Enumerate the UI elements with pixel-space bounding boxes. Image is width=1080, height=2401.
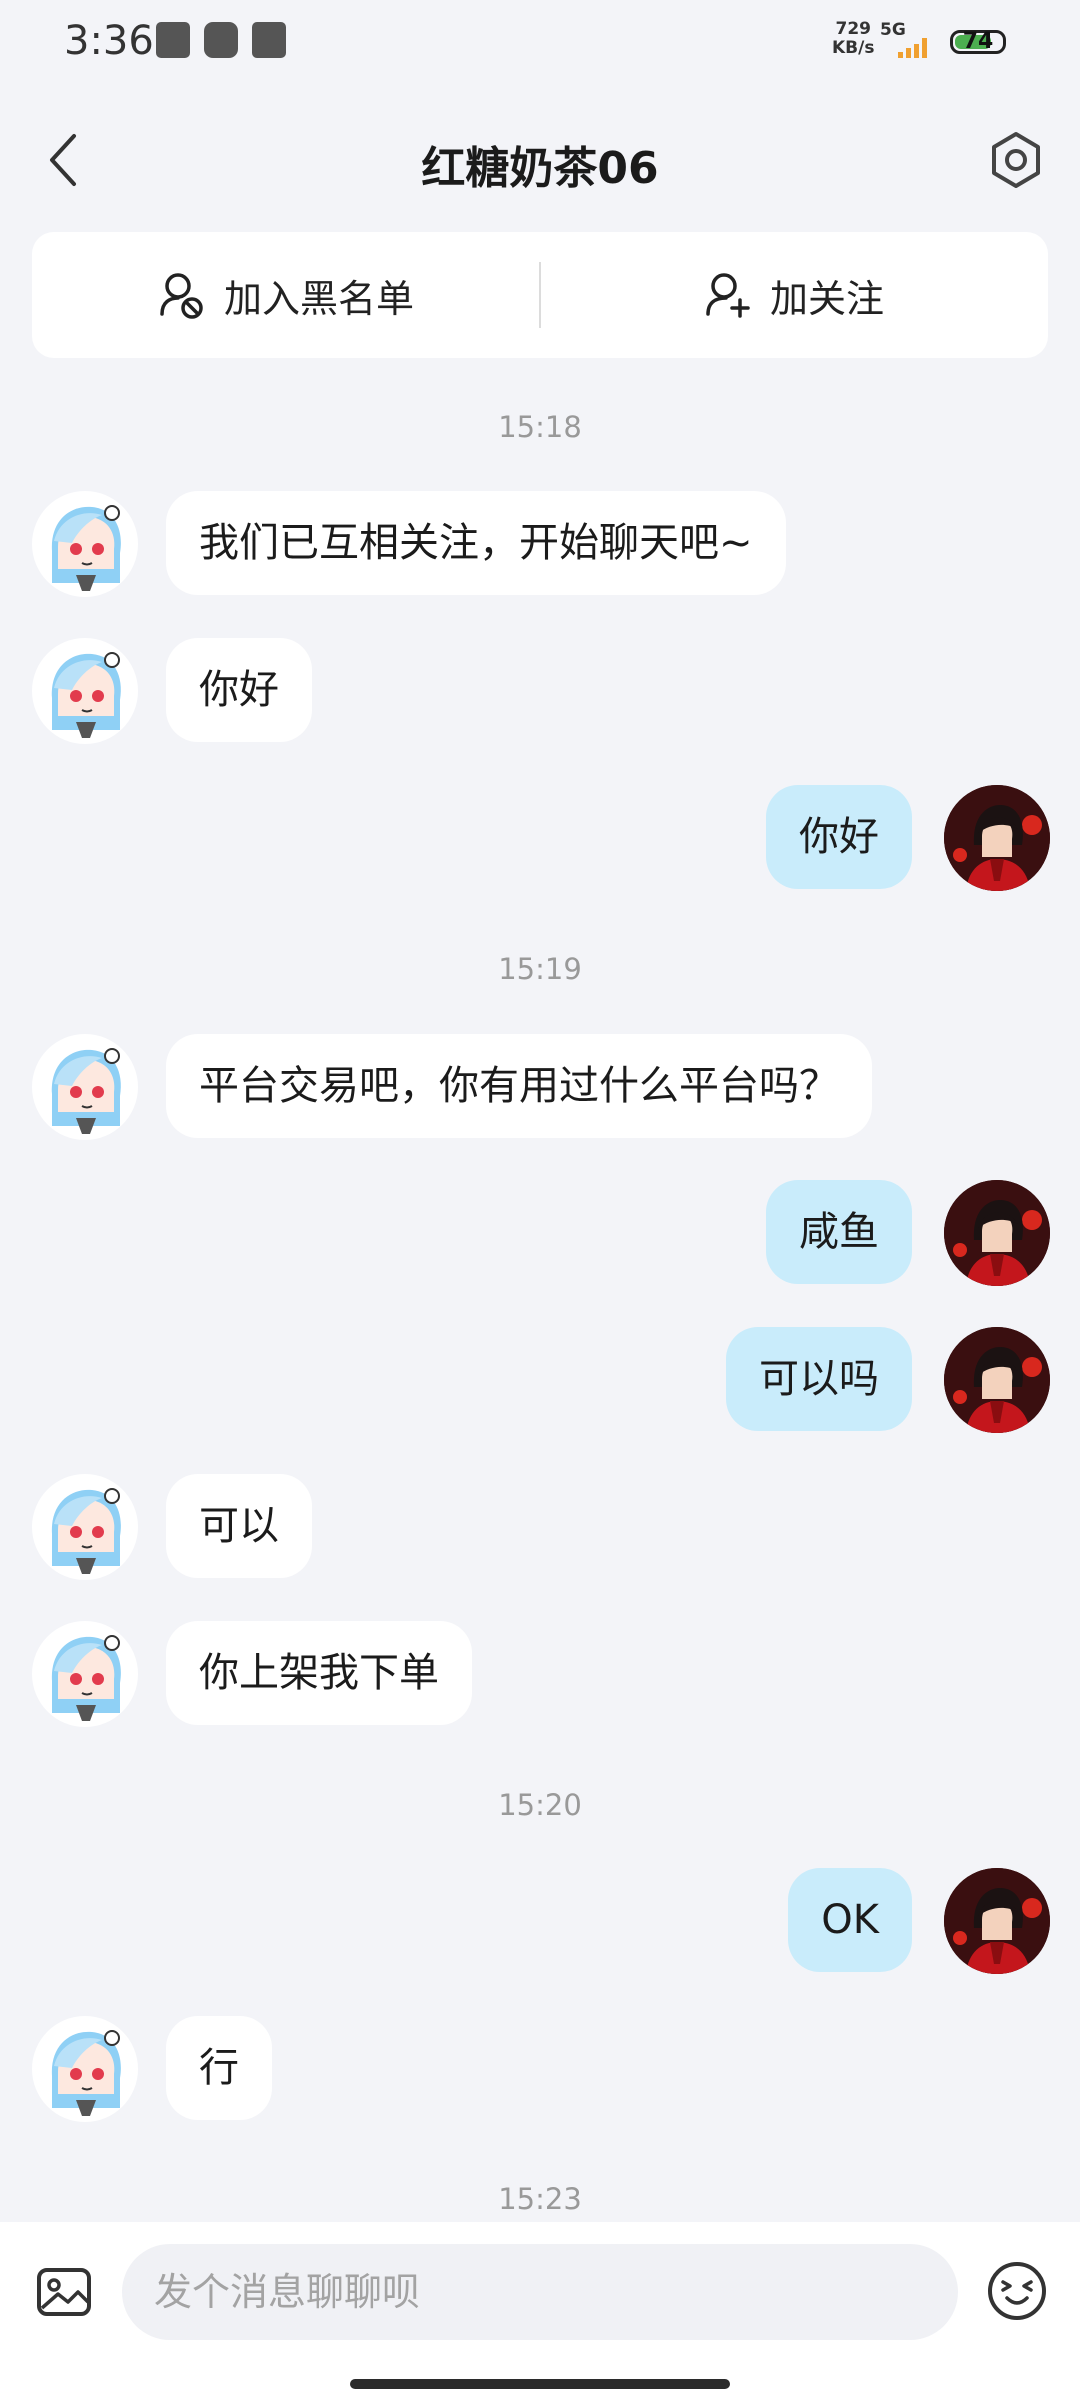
action-card: 加入黑名单 加关注 xyxy=(32,232,1048,358)
boy-avatar-image xyxy=(944,1327,1050,1433)
message-bubble[interactable]: 平台交易吧，你有用过什么平台吗？ xyxy=(166,1034,872,1138)
follow-label: 加关注 xyxy=(769,276,884,321)
message-bubble[interactable]: 可以吗 xyxy=(726,1327,912,1431)
message-row-sent: 你好 xyxy=(0,785,1080,893)
battery-level: 74 xyxy=(962,29,994,54)
my-avatar[interactable] xyxy=(944,785,1050,891)
add-to-blacklist-button[interactable]: 加入黑名单 xyxy=(32,232,540,358)
message-bubble[interactable]: OK xyxy=(788,1868,912,1972)
message-bubble[interactable]: 你好 xyxy=(166,638,312,742)
notification-icon xyxy=(204,22,238,58)
timestamp: 15:23 xyxy=(498,2182,582,2216)
message-row-received: 我们已互相关注，开始聊天吧~ xyxy=(0,491,1080,599)
status-time: 3:36 xyxy=(64,18,154,64)
battery-icon: 74 xyxy=(950,29,1006,54)
contact-avatar[interactable] xyxy=(32,638,138,744)
message-row-sent: OK xyxy=(0,1868,1080,1976)
message-row-sent: 可以吗 xyxy=(0,1327,1080,1435)
timestamp: 15:19 xyxy=(498,952,582,986)
message-row-received: 行 xyxy=(0,2016,1080,2124)
signal-icon xyxy=(898,38,927,58)
message-bubble[interactable]: 咸鱼 xyxy=(766,1180,912,1284)
anime-avatar-image xyxy=(51,1635,121,1721)
anime-avatar-image xyxy=(51,505,121,591)
page-title: 红糖奶茶06 xyxy=(421,143,659,194)
contact-avatar[interactable] xyxy=(32,1474,138,1580)
status-bar: 3:36 729 KB/s 5G 74 xyxy=(0,0,1080,90)
network-speed: 729 KB/s xyxy=(832,19,875,58)
network-type: 5G xyxy=(880,20,906,40)
contact-avatar[interactable] xyxy=(32,1034,138,1140)
my-avatar[interactable] xyxy=(944,1327,1050,1433)
follow-button[interactable]: 加关注 xyxy=(540,232,1048,358)
timestamp: 15:18 xyxy=(498,410,582,444)
message-bubble[interactable]: 你好 xyxy=(766,785,912,889)
contact-avatar[interactable] xyxy=(32,1621,138,1727)
add-user-icon xyxy=(706,273,750,318)
image-icon[interactable] xyxy=(34,2262,94,2322)
my-avatar[interactable] xyxy=(944,1868,1050,1974)
hexagon-settings-icon[interactable] xyxy=(984,128,1048,192)
anime-avatar-image xyxy=(51,1048,121,1134)
anime-avatar-image xyxy=(51,1488,121,1574)
message-input[interactable] xyxy=(122,2244,958,2340)
message-bubble[interactable]: 可以 xyxy=(166,1474,312,1578)
contact-avatar[interactable] xyxy=(32,2016,138,2122)
message-row-received: 可以 xyxy=(0,1474,1080,1582)
timestamp: 15:20 xyxy=(498,1788,582,1822)
contact-avatar[interactable] xyxy=(32,491,138,597)
block-user-icon xyxy=(160,273,203,319)
message-row-received: 你上架我下单 xyxy=(0,1621,1080,1729)
anime-avatar-image xyxy=(51,2030,121,2116)
notification-icon xyxy=(252,22,286,58)
anime-avatar-image xyxy=(51,652,121,738)
message-row-sent: 咸鱼 xyxy=(0,1180,1080,1288)
boy-avatar-image xyxy=(944,1868,1050,1974)
emoji-icon[interactable] xyxy=(986,2260,1048,2322)
message-row-received: 你好 xyxy=(0,638,1080,746)
boy-avatar-image xyxy=(944,1180,1050,1286)
chat-header: 红糖奶茶06 xyxy=(0,110,1080,210)
notification-icon xyxy=(156,22,190,58)
message-bubble[interactable]: 你上架我下单 xyxy=(166,1621,472,1725)
boy-avatar-image xyxy=(944,785,1050,891)
blacklist-label: 加入黑名单 xyxy=(223,276,414,321)
my-avatar[interactable] xyxy=(944,1180,1050,1286)
message-input-bar xyxy=(0,2222,1080,2401)
message-bubble[interactable]: 行 xyxy=(166,2016,272,2120)
message-row-received: 平台交易吧，你有用过什么平台吗？ xyxy=(0,1034,1080,1142)
home-indicator[interactable] xyxy=(350,2379,730,2389)
message-bubble[interactable]: 我们已互相关注，开始聊天吧~ xyxy=(166,491,786,595)
